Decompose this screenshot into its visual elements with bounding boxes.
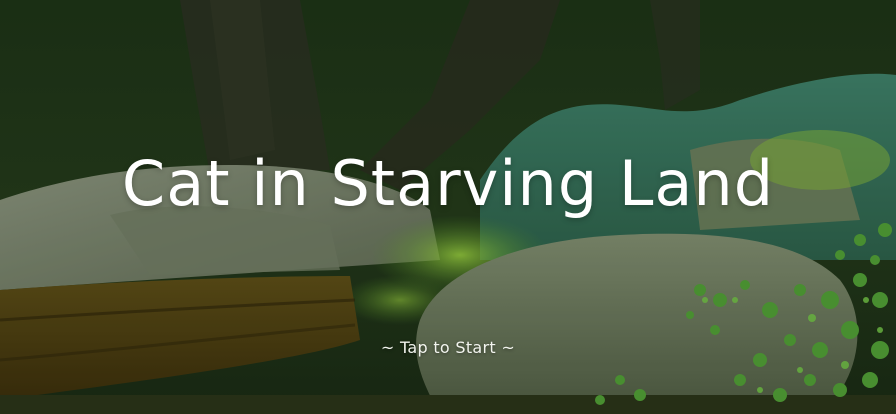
game-title: Cat in Starving Land [121, 147, 775, 220]
start-screen[interactable]: Cat in Starving Land ~ Tap to Start ~ [0, 0, 896, 414]
tap-to-start-prompt[interactable]: ~ Tap to Start ~ [0, 338, 896, 357]
